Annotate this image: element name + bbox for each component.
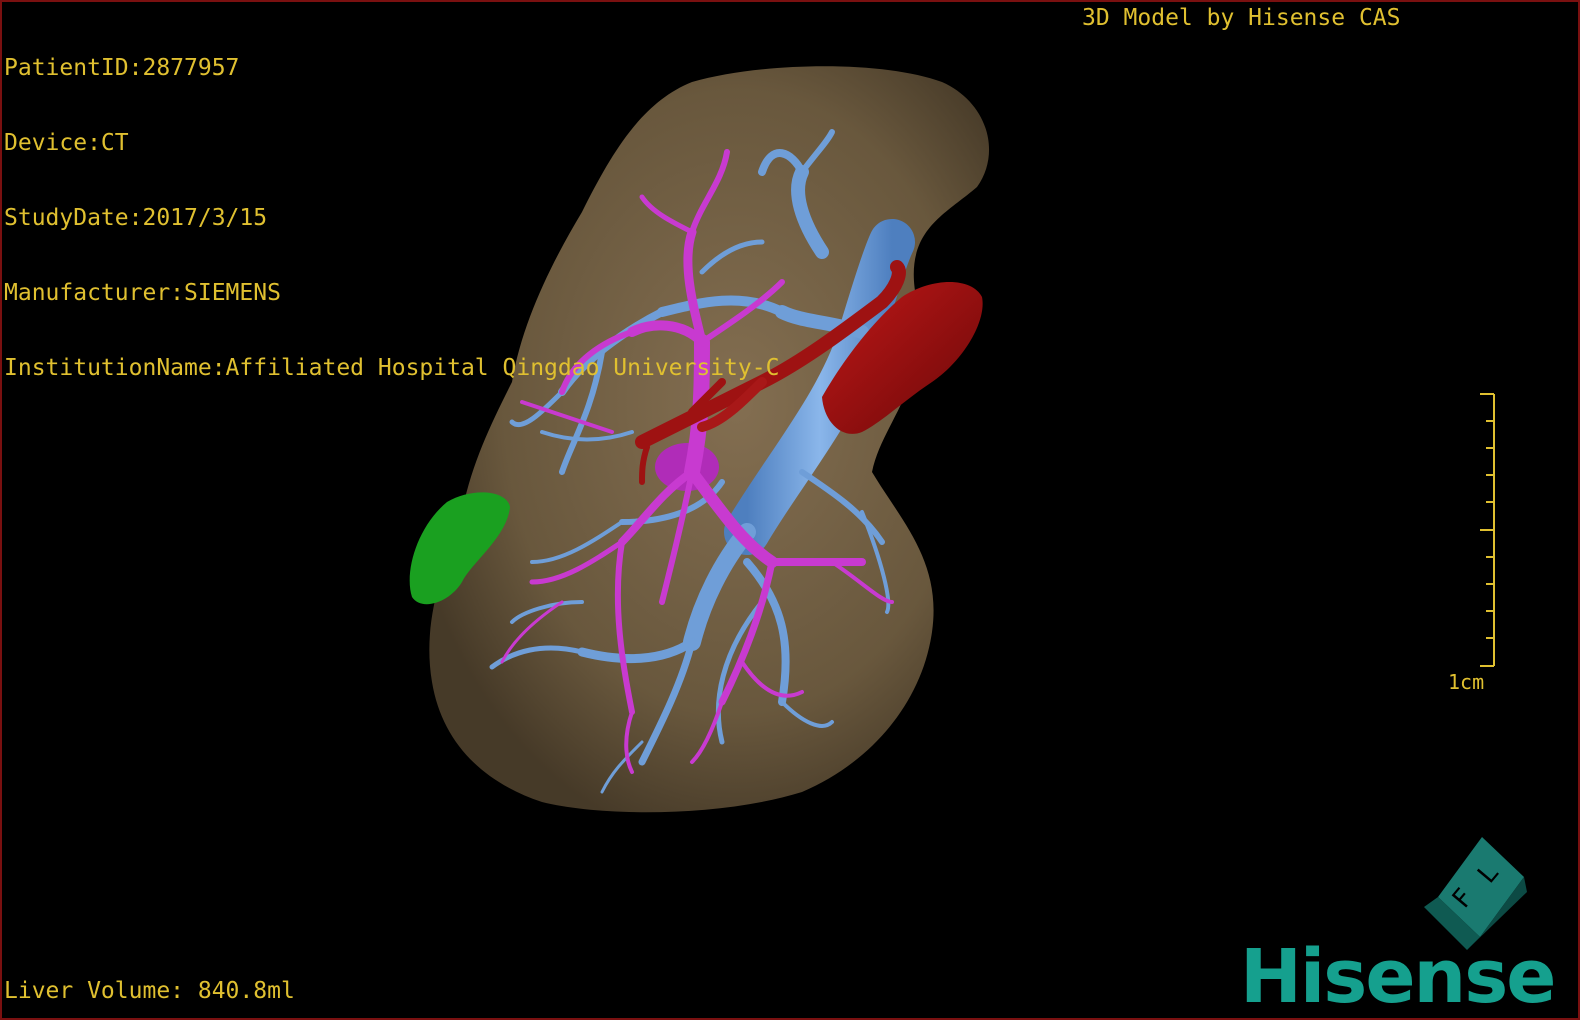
scale-bar-icon — [1480, 393, 1495, 667]
liver-volume-text: Liver Volume: 840.8ml — [4, 978, 295, 1004]
patient-id-text: PatientID:2877957 — [4, 55, 240, 81]
study-metadata: PatientID:2877957 Device:CT StudyDate:20… — [4, 6, 779, 431]
institution-text: InstitutionName:Affiliated Hospital Qing… — [4, 355, 780, 381]
scale-bar-label: 1cm — [1448, 670, 1485, 694]
study-date-text: StudyDate:2017/3/15 — [4, 205, 268, 231]
manufacturer-text: Manufacturer:SIEMENS — [4, 280, 281, 306]
hisense-logo: Hisense — [1240, 934, 1556, 1020]
model-credit-text: 3D Model by Hisense CAS — [1082, 5, 1401, 31]
render-viewport[interactable]: F L PatientID:2877957 Device:CT StudyDat… — [0, 0, 1580, 1020]
device-text: Device:CT — [4, 130, 129, 156]
